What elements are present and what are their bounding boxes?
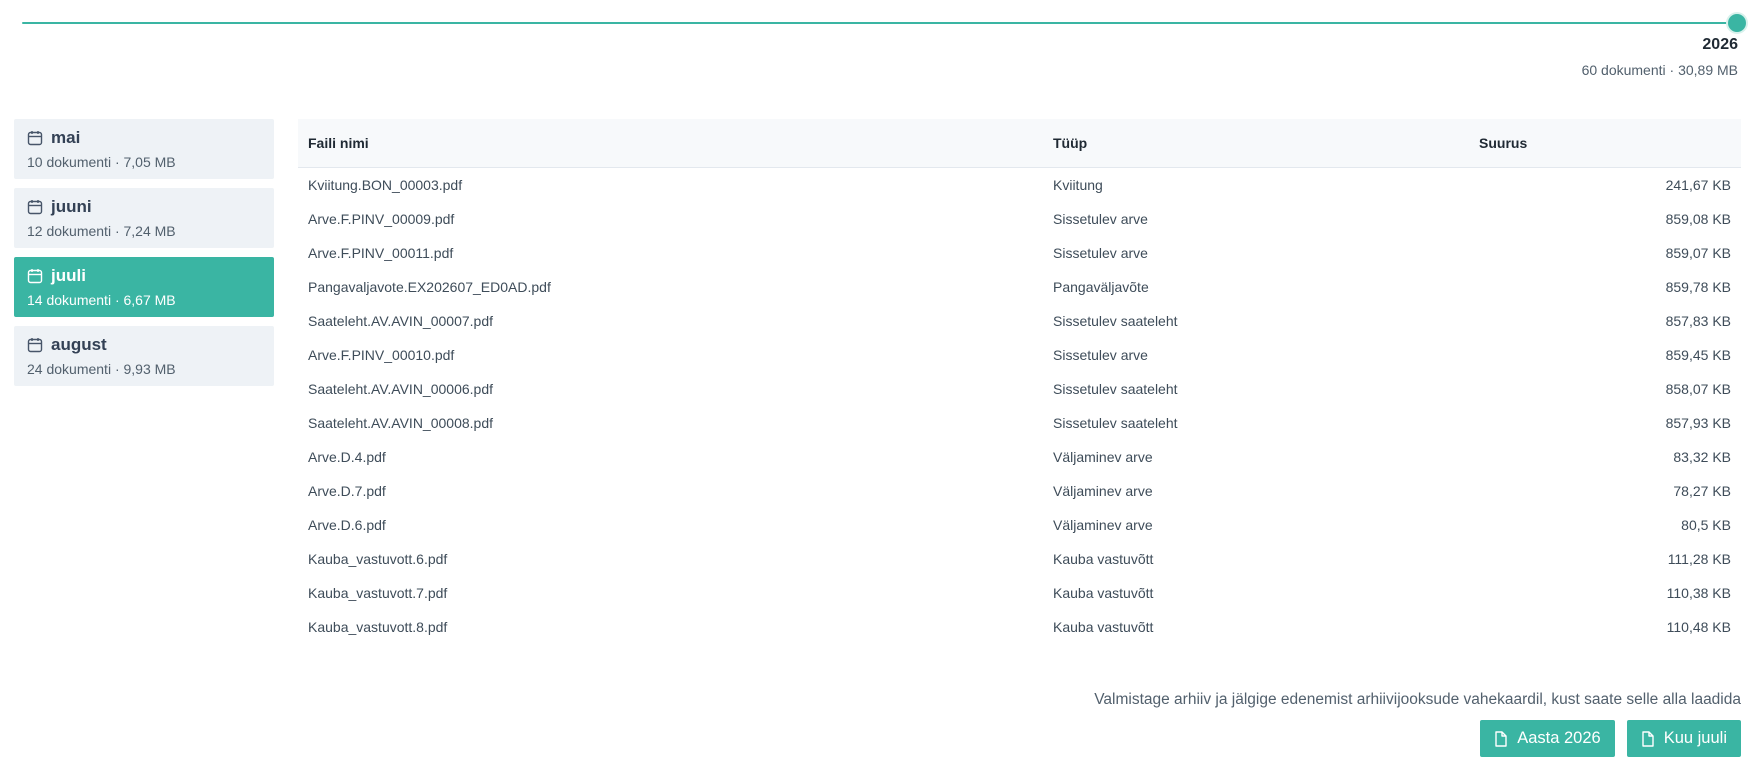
cell-file-name: Pangavaljavote.EX202607_ED0AD.pdf <box>308 279 551 295</box>
month-item-juuni[interactable]: juuni 12 dokumenti · 7,24 MB <box>14 188 274 248</box>
column-header-type[interactable]: Tüüp <box>1043 119 1469 168</box>
archive-year-button[interactable]: Aasta 2026 <box>1480 720 1615 757</box>
table-row[interactable]: Arve.F.PINV_00010.pdf Sissetulev arve 859,… <box>298 338 1741 372</box>
month-item-mai[interactable]: mai 10 dokumenti · 7,05 MB <box>14 119 274 179</box>
cell-type: Väljaminev arve <box>1053 449 1153 465</box>
month-name: juuli <box>51 266 86 285</box>
month-meta: 12 dokumenti · 7,24 MB <box>27 223 176 239</box>
calendar-icon <box>27 338 43 353</box>
year-slider[interactable] <box>22 13 1746 33</box>
month-name: juuni <box>51 197 92 216</box>
month-name: august <box>51 335 107 354</box>
table-row[interactable]: Arve.F.PINV_00011.pdf Sissetulev arve 859,… <box>298 236 1741 270</box>
cell-size: 857,83 KB <box>1665 313 1731 329</box>
cell-file-name: Saateleht.AV.AVIN_00007.pdf <box>308 313 493 329</box>
cell-size: 857,93 KB <box>1665 415 1731 431</box>
cell-file-name: Arve.F.PINV_00011.pdf <box>308 245 454 261</box>
month-title-row: august <box>27 334 261 356</box>
cell-size: 111,28 KB <box>1667 551 1731 567</box>
table-row[interactable]: Arve.D.6.pdf Väljaminev arve 80,5 KB <box>298 508 1741 542</box>
cell-file-name: Kauba_vastuvott.6.pdf <box>308 551 448 567</box>
cell-type: Sissetulev saateleht <box>1053 313 1178 329</box>
month-item-august[interactable]: august 24 dokumenti · 9,93 MB <box>14 326 274 386</box>
column-header-file-name[interactable]: Faili nimi <box>298 119 1043 168</box>
table-header-row: Faili nimi Tüüp Suurus <box>298 119 1741 168</box>
cell-size: 83,32 KB <box>1673 449 1731 465</box>
month-title-row: juuli <box>27 265 261 287</box>
archive-info-text: Valmistage arhiiv ja jälgige edenemist a… <box>1094 691 1741 708</box>
table-row[interactable]: Kauba_vastuvott.8.pdf Kauba vastuvõtt 110,… <box>298 610 1741 644</box>
table-row[interactable]: Arve.D.4.pdf Väljaminev arve 83,32 KB <box>298 440 1741 474</box>
cell-type: Sissetulev arve <box>1053 245 1148 261</box>
archive-month-button-label: Kuu juuli <box>1663 729 1727 747</box>
cell-file-name: Saateleht.AV.AVIN_00008.pdf <box>308 415 493 431</box>
month-title-row: mai <box>27 127 261 149</box>
table-row[interactable]: Kauba_vastuvott.6.pdf Kauba vastuvõtt 111,… <box>298 542 1741 576</box>
month-title-row: juuni <box>27 196 261 218</box>
month-meta: 24 dokumenti · 9,93 MB <box>27 361 176 377</box>
cell-type: Kauba vastuvõtt <box>1053 619 1154 635</box>
cell-size: 859,07 KB <box>1665 245 1731 261</box>
cell-type: Väljaminev arve <box>1053 483 1153 499</box>
cell-type: Kviitung <box>1053 177 1103 193</box>
table-row[interactable]: Saateleht.AV.AVIN_00008.pdf Sissetulev sa… <box>298 406 1741 440</box>
archive-page: 2026 60 dokumenti · 30,89 MB mai 10 dokum… <box>0 0 1752 769</box>
cell-file-name: Arve.D.4.pdf <box>308 449 386 465</box>
cell-file-name: Kviitung.BON_00003.pdf <box>308 177 463 193</box>
month-name: mai <box>51 128 81 147</box>
cell-type: Väljaminev arve <box>1053 517 1153 533</box>
cell-file-name: Saateleht.AV.AVIN_00006.pdf <box>308 381 493 397</box>
documents-table: Faili nimi Tüüp Suurus Kviitung.BON_0000… <box>298 119 1741 644</box>
cell-type: Sissetulev arve <box>1053 211 1148 227</box>
table-row[interactable]: Arve.D.7.pdf Väljaminev arve 78,27 KB <box>298 474 1741 508</box>
archive-year-button-label: Aasta 2026 <box>1517 729 1601 747</box>
cell-type: Sissetulev saateleht <box>1053 415 1178 431</box>
cell-file-name: Kauba_vastuvott.8.pdf <box>308 619 448 635</box>
table-row[interactable]: Saateleht.AV.AVIN_00007.pdf Sissetulev sa… <box>298 304 1741 338</box>
document-icon <box>1495 730 1507 747</box>
table-body: Kviitung.BON_00003.pdf Kviitung 241,67 KB A… <box>298 168 1741 645</box>
table-row[interactable]: Kauba_vastuvott.7.pdf Kauba vastuvõtt 110,… <box>298 576 1741 610</box>
column-header-size[interactable]: Suurus <box>1469 119 1741 168</box>
cell-file-name: Kauba_vastuvott.7.pdf <box>308 585 448 601</box>
month-list: mai 10 dokumenti · 7,05 MB juuni 12 dokumen… <box>14 119 274 395</box>
year-slider-thumb[interactable] <box>1728 14 1746 32</box>
year-slider-track[interactable] <box>22 22 1728 24</box>
calendar-icon <box>27 131 43 146</box>
table-row[interactable]: Pangavaljavote.EX202607_ED0AD.pdf Pangavä… <box>298 270 1741 304</box>
table-row[interactable]: Arve.F.PINV_00009.pdf Sissetulev arve 859,… <box>298 202 1741 236</box>
cell-file-name: Arve.D.6.pdf <box>308 517 386 533</box>
cell-size: 78,27 KB <box>1673 483 1731 499</box>
cell-size: 110,38 KB <box>1666 585 1731 601</box>
cell-type: Kauba vastuvõtt <box>1053 585 1154 601</box>
cell-size: 859,45 KB <box>1665 347 1731 363</box>
document-icon <box>1642 730 1654 747</box>
table-row[interactable]: Kviitung.BON_00003.pdf Kviitung 241,67 KB <box>298 168 1741 203</box>
cell-size: 859,08 KB <box>1665 211 1731 227</box>
cell-file-name: Arve.D.7.pdf <box>308 483 386 499</box>
month-item-juuli[interactable]: juuli 14 dokumenti · 6,67 MB <box>14 257 274 317</box>
cell-type: Sissetulev arve <box>1053 347 1148 363</box>
cell-size: 858,07 KB <box>1665 381 1731 397</box>
cell-type: Kauba vastuvõtt <box>1053 551 1154 567</box>
cell-size: 241,67 KB <box>1665 177 1731 193</box>
cell-size: 80,5 KB <box>1681 517 1731 533</box>
cell-file-name: Arve.F.PINV_00009.pdf <box>308 211 455 227</box>
archive-month-button[interactable]: Kuu juuli <box>1626 720 1741 757</box>
archive-actions: Aasta 2026 Kuu juuli <box>1480 720 1741 757</box>
cell-type: Pangaväljavõte <box>1053 279 1149 295</box>
cell-size: 110,48 KB <box>1666 619 1731 635</box>
cell-file-name: Arve.F.PINV_00010.pdf <box>308 347 455 363</box>
cell-size: 859,78 KB <box>1665 279 1731 295</box>
cell-type: Sissetulev saateleht <box>1053 381 1178 397</box>
month-meta: 14 dokumenti · 6,67 MB <box>27 292 176 308</box>
calendar-icon <box>27 200 43 215</box>
calendar-icon <box>27 269 43 284</box>
year-summary: 60 dokumenti · 30,89 MB <box>1581 62 1738 78</box>
selected-year-label: 2026 <box>1702 36 1738 53</box>
month-meta: 10 dokumenti · 7,05 MB <box>27 154 176 170</box>
table-row[interactable]: Saateleht.AV.AVIN_00006.pdf Sissetulev sa… <box>298 372 1741 406</box>
